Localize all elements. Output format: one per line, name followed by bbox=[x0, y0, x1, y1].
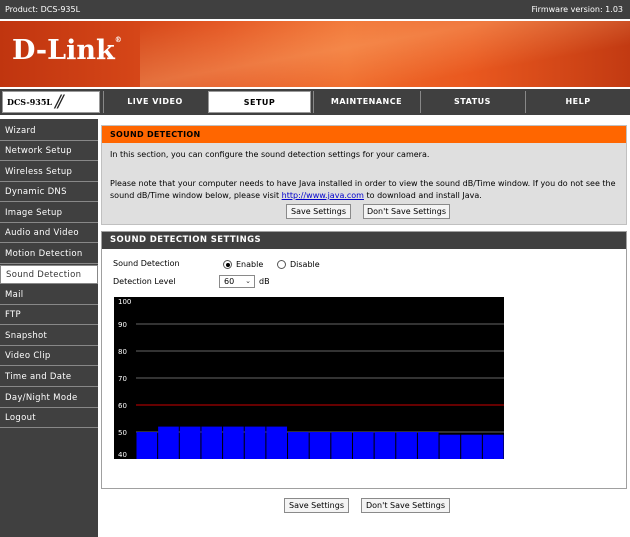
dont-save-settings-button[interactable]: Don't Save Settings bbox=[363, 204, 450, 219]
chart-bar bbox=[309, 432, 331, 459]
sound-level-chart: 100 90 80 70 60 50 40 bbox=[114, 297, 504, 459]
top-nav: DCS-935L // LIVE VIDEO SETUP MAINTENANCE… bbox=[0, 89, 630, 115]
sidebar-item-logout[interactable]: Logout bbox=[0, 409, 98, 428]
top-bar: Product: DCS-935L Firmware version: 1.03 bbox=[0, 0, 630, 19]
intro-text: In this section, you can configure the s… bbox=[110, 150, 430, 159]
chart-bar bbox=[288, 432, 309, 459]
model-badge: DCS-935L // bbox=[2, 91, 100, 113]
sidebar-item-time-date[interactable]: Time and Date bbox=[0, 368, 98, 387]
sound-level-chart-svg: 100 90 80 70 60 50 40 bbox=[114, 297, 504, 459]
chart-bar bbox=[201, 426, 223, 459]
chart-bar bbox=[396, 432, 417, 459]
chart-bar bbox=[266, 426, 288, 459]
sound-detection-intro: SOUND DETECTION In this section, you can… bbox=[101, 125, 627, 225]
chart-bar bbox=[331, 432, 352, 459]
sidebar-item-video-clip[interactable]: Video Clip bbox=[0, 347, 98, 366]
section-title: SOUND DETECTION bbox=[102, 126, 626, 143]
bottom-save-settings-button[interactable]: Save Settings bbox=[284, 498, 349, 513]
y-tick-label: 70 bbox=[118, 375, 127, 383]
y-tick-label: 80 bbox=[118, 348, 127, 356]
enable-radio[interactable] bbox=[223, 260, 232, 269]
sidebar-item-day-night-mode[interactable]: Day/Night Mode bbox=[0, 389, 98, 408]
settings-title: SOUND DETECTION SETTINGS bbox=[102, 232, 626, 249]
disable-label: Disable bbox=[290, 260, 320, 269]
tab-help[interactable]: HELP bbox=[525, 91, 630, 113]
y-tick-label: 60 bbox=[118, 402, 127, 410]
save-settings-button[interactable]: Save Settings bbox=[286, 204, 351, 219]
sidebar-item-ftp[interactable]: FTP bbox=[0, 306, 98, 325]
sidebar-item-network-setup[interactable]: Network Setup bbox=[0, 142, 98, 161]
java-link[interactable]: http://www.java.com bbox=[282, 191, 364, 200]
tab-status[interactable]: STATUS bbox=[420, 91, 524, 113]
main-content: SOUND DETECTION In this section, you can… bbox=[98, 119, 630, 537]
brand-banner: D-Link® bbox=[0, 21, 630, 87]
java-note: Please note that your computer needs to … bbox=[110, 179, 616, 200]
bottom-dont-save-settings-button[interactable]: Don't Save Settings bbox=[361, 498, 450, 513]
y-tick-label: 100 bbox=[118, 298, 131, 306]
chart-bar bbox=[223, 426, 244, 459]
disable-radio[interactable] bbox=[277, 260, 286, 269]
firmware-version: Firmware version: 1.03 bbox=[531, 5, 623, 14]
sidebar-item-sound-detection[interactable]: Sound Detection bbox=[0, 265, 98, 284]
sidebar-item-image-setup[interactable]: Image Setup bbox=[0, 204, 98, 223]
chevron-down-icon: ⌄ bbox=[245, 277, 251, 285]
chart-bar bbox=[158, 426, 179, 459]
chart-bar bbox=[482, 434, 504, 459]
sidebar: Wizard Network Setup Wireless Setup Dyna… bbox=[0, 119, 98, 537]
chart-bar bbox=[244, 426, 266, 459]
y-tick-label: 90 bbox=[118, 321, 127, 329]
tab-maintenance[interactable]: MAINTENANCE bbox=[313, 91, 419, 113]
sidebar-item-dynamic-dns[interactable]: Dynamic DNS bbox=[0, 183, 98, 202]
sidebar-item-wizard[interactable]: Wizard bbox=[0, 122, 98, 141]
sidebar-item-mail[interactable]: Mail bbox=[0, 286, 98, 305]
chart-bar bbox=[374, 432, 396, 459]
product-label: Product: DCS-935L bbox=[5, 5, 81, 14]
sidebar-item-wireless-setup[interactable]: Wireless Setup bbox=[0, 163, 98, 182]
chart-bar bbox=[461, 434, 482, 459]
tab-setup[interactable]: SETUP bbox=[208, 91, 311, 113]
sidebar-item-motion-detection[interactable]: Motion Detection bbox=[0, 245, 98, 264]
sound-detection-label: Sound Detection bbox=[113, 259, 180, 268]
detection-level-select[interactable]: 60 ⌄ bbox=[219, 275, 255, 288]
detection-level-unit: dB bbox=[259, 277, 270, 286]
sidebar-item-audio-video[interactable]: Audio and Video bbox=[0, 224, 98, 243]
slash-decoration-icon: // bbox=[55, 92, 64, 112]
chart-bar bbox=[136, 432, 158, 459]
chart-bar bbox=[179, 426, 201, 459]
enable-label: Enable bbox=[236, 260, 264, 269]
sidebar-item-snapshot[interactable]: Snapshot bbox=[0, 327, 98, 346]
y-tick-label: 40 bbox=[118, 451, 127, 459]
sound-detection-settings: SOUND DETECTION SETTINGS Sound Detection… bbox=[101, 231, 627, 489]
tab-live-video[interactable]: LIVE VIDEO bbox=[103, 91, 206, 113]
y-tick-label: 50 bbox=[118, 429, 127, 437]
dlink-logo: D-Link® bbox=[12, 35, 122, 66]
detection-level-label: Detection Level bbox=[113, 277, 176, 286]
chart-bar bbox=[417, 432, 439, 459]
chart-bar bbox=[439, 434, 461, 459]
chart-bar bbox=[352, 432, 374, 459]
